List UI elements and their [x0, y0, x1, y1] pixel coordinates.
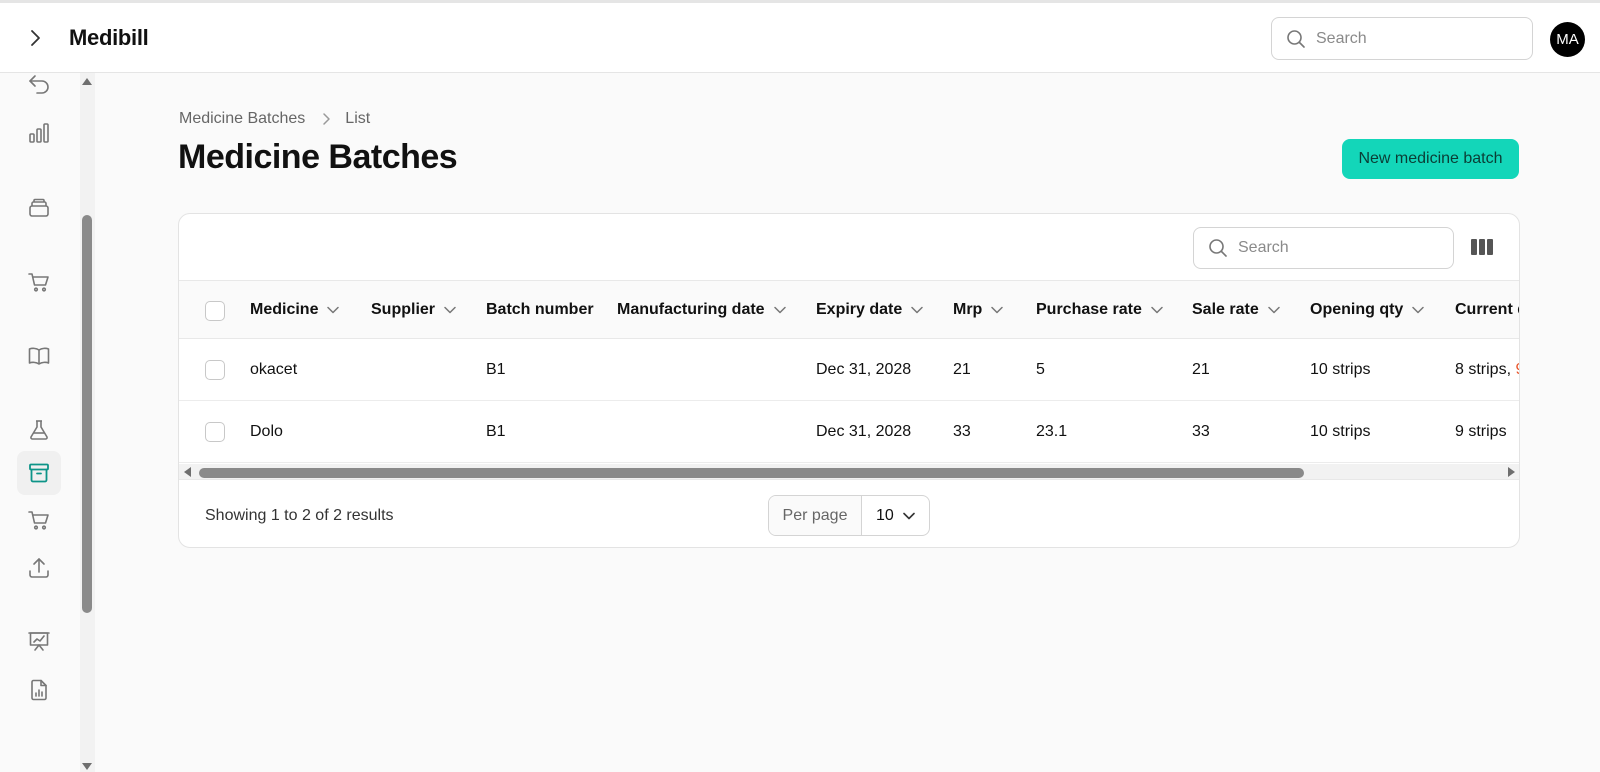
cell-batch-number: B1: [486, 360, 506, 378]
undo-icon: [29, 75, 49, 94]
archive-icon: [29, 463, 49, 483]
avatar[interactable]: MA: [1550, 22, 1585, 57]
chevron-down-icon: [444, 306, 456, 314]
sidebar-item-import[interactable]: [17, 546, 61, 590]
page-title: Medicine Batches: [178, 138, 458, 176]
cell-batch-number: B1: [486, 422, 506, 440]
table-search[interactable]: [1193, 227, 1454, 269]
column-header-batch-number: Batch number: [486, 300, 594, 318]
sidebar-item-sales[interactable]: [17, 498, 61, 542]
sidebar-item-inventory[interactable]: [17, 186, 61, 230]
breadcrumb-parent-link[interactable]: Medicine Batches: [179, 110, 305, 128]
column-header-purchase-rate[interactable]: Purchase rate: [1036, 281, 1163, 338]
cell-expiry-date: Dec 31, 2028: [816, 360, 912, 378]
table-search-input[interactable]: [1238, 239, 1438, 257]
expand-sidebar-button[interactable]: [22, 25, 48, 51]
sidebar-item-medicine-batches[interactable]: [17, 451, 61, 495]
cell-expiry-date: Dec 31, 2028: [816, 422, 912, 440]
breadcrumb-current: List: [345, 110, 371, 127]
chevron-down-icon: [911, 306, 924, 314]
sidebar-item-reports[interactable]: [17, 111, 61, 155]
top-bar: Medibill MA: [0, 0, 1600, 73]
cell-opening-qty: 10 strips: [1310, 360, 1371, 378]
cart-icon: [28, 511, 49, 530]
chevron-down-icon: [327, 306, 340, 314]
scroll-left-arrow-icon[interactable]: [184, 467, 191, 477]
new-medicine-batch-button[interactable]: New medicine batch: [1342, 139, 1519, 179]
table-horizontal-scrollbar[interactable]: [179, 464, 1519, 480]
sidebar-item-purchases[interactable]: [17, 260, 61, 304]
chevron-right-icon: [321, 112, 331, 126]
bar-chart-icon: [29, 123, 49, 143]
chevron-down-icon: [1412, 306, 1425, 314]
column-header-expiry-date[interactable]: Expiry date: [816, 281, 924, 338]
column-header-manufacturing-date[interactable]: Manufacturing date: [617, 281, 786, 338]
cell-mrp: 21: [953, 360, 971, 378]
sidebar-item-report-files[interactable]: [17, 668, 61, 712]
table-row[interactable]: Dolo B1 Dec 31, 2028 33 23.1 33 10 strip…: [179, 401, 1519, 463]
cell-sale-rate: 33: [1192, 422, 1210, 440]
cell-mrp: 33: [953, 422, 971, 440]
chevron-down-icon: [991, 306, 1004, 314]
cell-opening-qty: 10 strips: [1310, 422, 1371, 440]
table-row[interactable]: okacet B1 Dec 31, 2028 21 5 21 10 strips…: [179, 339, 1519, 401]
table-card: Medicine Supplier Batch number Manufactu…: [178, 213, 1520, 548]
file-chart-icon: [31, 679, 47, 701]
upload-icon: [29, 558, 49, 578]
cell-purchase-rate: 5: [1036, 360, 1045, 378]
flask-icon: [30, 420, 48, 440]
scroll-up-arrow-icon[interactable]: [82, 78, 92, 85]
cell-medicine: Dolo: [250, 422, 283, 440]
sidebar-item-ledger[interactable]: [17, 334, 61, 378]
columns-icon: [1471, 239, 1493, 255]
chevron-down-icon: [1151, 306, 1163, 314]
sidebar-scroll-thumb[interactable]: [82, 215, 92, 613]
sidebar-item-analytics[interactable]: [17, 619, 61, 663]
table-header-row: Medicine Supplier Batch number Manufactu…: [179, 280, 1519, 339]
column-header-sale-rate[interactable]: Sale rate: [1192, 281, 1280, 338]
cell-current-qty: 8 strips, 9: [1455, 339, 1519, 400]
global-search[interactable]: [1271, 17, 1533, 60]
cell-sale-rate: 21: [1192, 360, 1210, 378]
row-checkbox[interactable]: [205, 360, 225, 380]
scroll-down-arrow-icon[interactable]: [82, 763, 92, 770]
cell-current-qty: 9 strips: [1455, 422, 1507, 440]
results-summary: Showing 1 to 2 of 2 results: [205, 507, 394, 524]
cell-medicine: okacet: [250, 360, 298, 378]
current-qty-extra: 9: [1515, 361, 1519, 379]
sidebar: [0, 73, 95, 772]
app-brand[interactable]: Medibill: [69, 25, 149, 51]
sidebar-item-undo[interactable]: [17, 62, 61, 106]
column-header-medicine[interactable]: Medicine: [250, 281, 340, 338]
scroll-right-arrow-icon[interactable]: [1508, 467, 1515, 477]
per-page-control: Per page 10: [768, 495, 930, 536]
global-search-input[interactable]: [1316, 29, 1516, 48]
presentation-icon: [28, 632, 50, 651]
chevron-right-icon: [31, 30, 40, 46]
row-checkbox[interactable]: [205, 422, 225, 442]
chevron-down-icon: [1267, 306, 1280, 314]
per-page-label: Per page: [769, 496, 862, 535]
breadcrumb: Medicine Batches List: [179, 110, 370, 128]
chevron-down-icon: [903, 507, 915, 525]
chevron-down-icon: [773, 306, 786, 314]
column-header-mrp[interactable]: Mrp: [953, 281, 1004, 338]
cell-purchase-rate: 23.1: [1036, 422, 1068, 440]
per-page-value: 10: [876, 506, 894, 524]
sidebar-item-medicines[interactable]: [17, 408, 61, 452]
search-icon: [1209, 239, 1227, 257]
layers-icon: [29, 198, 49, 217]
column-header-supplier[interactable]: Supplier: [371, 281, 456, 338]
select-all-checkbox[interactable]: [205, 301, 225, 321]
column-header-opening-qty[interactable]: Opening qty: [1310, 281, 1425, 338]
search-icon: [1287, 29, 1305, 48]
toggle-columns-button[interactable]: [1471, 236, 1493, 258]
per-page-select[interactable]: 10: [862, 496, 929, 535]
column-header-current-qty[interactable]: Current q: [1455, 281, 1519, 338]
cart-icon: [28, 273, 49, 292]
horizontal-scroll-thumb[interactable]: [199, 468, 1304, 478]
book-icon: [28, 347, 50, 365]
